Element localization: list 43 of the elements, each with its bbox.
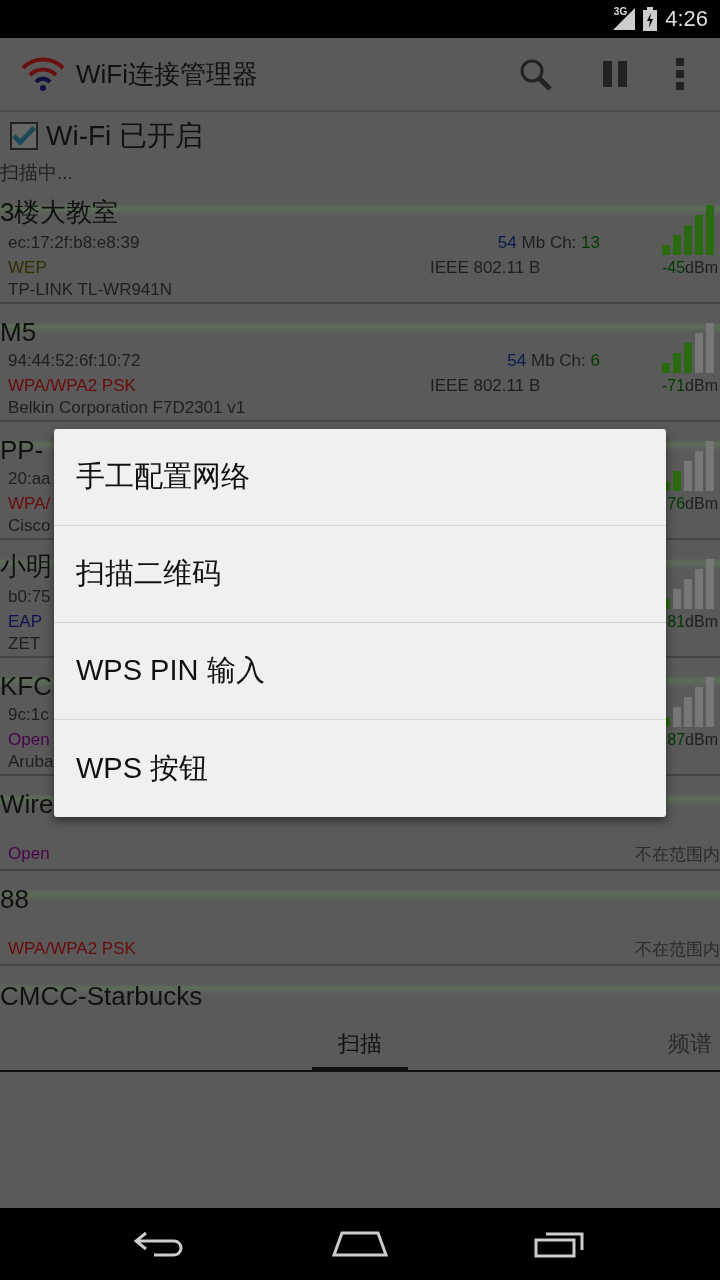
- mac-address: 94:44:52:6f:10:72: [8, 350, 141, 371]
- clock: 4:26: [665, 6, 708, 32]
- tab[interactable]: 扫描: [312, 1020, 408, 1072]
- wifi-standard: IEEE 802.11 B: [430, 257, 541, 278]
- network-name: Wire: [0, 789, 54, 820]
- network-name: 88: [0, 884, 29, 915]
- network-name: PP-: [0, 435, 44, 466]
- mac-address: 20:aa: [8, 468, 51, 489]
- network-type: 3G: [613, 6, 628, 17]
- security-type: WEP: [8, 257, 47, 278]
- network-name: CMCC-Starbucks: [0, 981, 203, 1012]
- network-name: M5: [0, 317, 37, 348]
- security-type: Open: [8, 729, 50, 750]
- signal-strength: -45dBm: [661, 258, 718, 277]
- link-info: 54 Mb Ch: 6: [507, 350, 600, 371]
- wifi-standard: IEEE 802.11 B: [430, 375, 541, 396]
- scan-status: 扫描中...: [0, 161, 74, 185]
- vendor-name: Belkin Corporation F7D2301 v1: [8, 398, 246, 418]
- security-type: WPA/WPA2 PSK: [8, 375, 136, 396]
- dialog-option[interactable]: WPS PIN 输入: [54, 623, 666, 720]
- dialog-option[interactable]: 扫描二维码: [54, 526, 666, 623]
- network-name: KFC: [0, 671, 52, 702]
- app-title: WiFi连接管理器: [76, 57, 259, 91]
- signal-strength: 87dBm: [667, 730, 718, 749]
- vendor-name: Aruba: [8, 752, 54, 772]
- dialog-option[interactable]: 手工配置网络: [54, 429, 666, 526]
- signal-strength: -71dBm: [661, 376, 718, 395]
- mac-address: ec:17:2f:b8:e8:39: [8, 232, 140, 253]
- security-type: WPA/WPA2 PSK: [8, 939, 136, 959]
- security-type: WPA/: [8, 493, 51, 514]
- vendor-name: TP-LINK TL-WR941N: [8, 280, 173, 300]
- security-type: Open: [8, 844, 50, 864]
- signal-strength: 76dBm: [667, 494, 718, 513]
- network-name: 小明: [0, 550, 52, 583]
- network-name: 3楼大教室: [0, 196, 119, 229]
- mac-address: b0:75: [8, 586, 51, 607]
- security-type: EAP: [8, 611, 43, 632]
- signal-strength: 81dBm: [667, 612, 718, 631]
- link-info: 54 Mb Ch: 13: [497, 232, 600, 253]
- vendor-name: Cisco: [8, 516, 51, 536]
- mac-address: 9c:1c: [8, 704, 49, 725]
- vendor-name: ZET: [8, 634, 41, 654]
- wifi-label: Wi-Fi 已开启: [46, 119, 204, 153]
